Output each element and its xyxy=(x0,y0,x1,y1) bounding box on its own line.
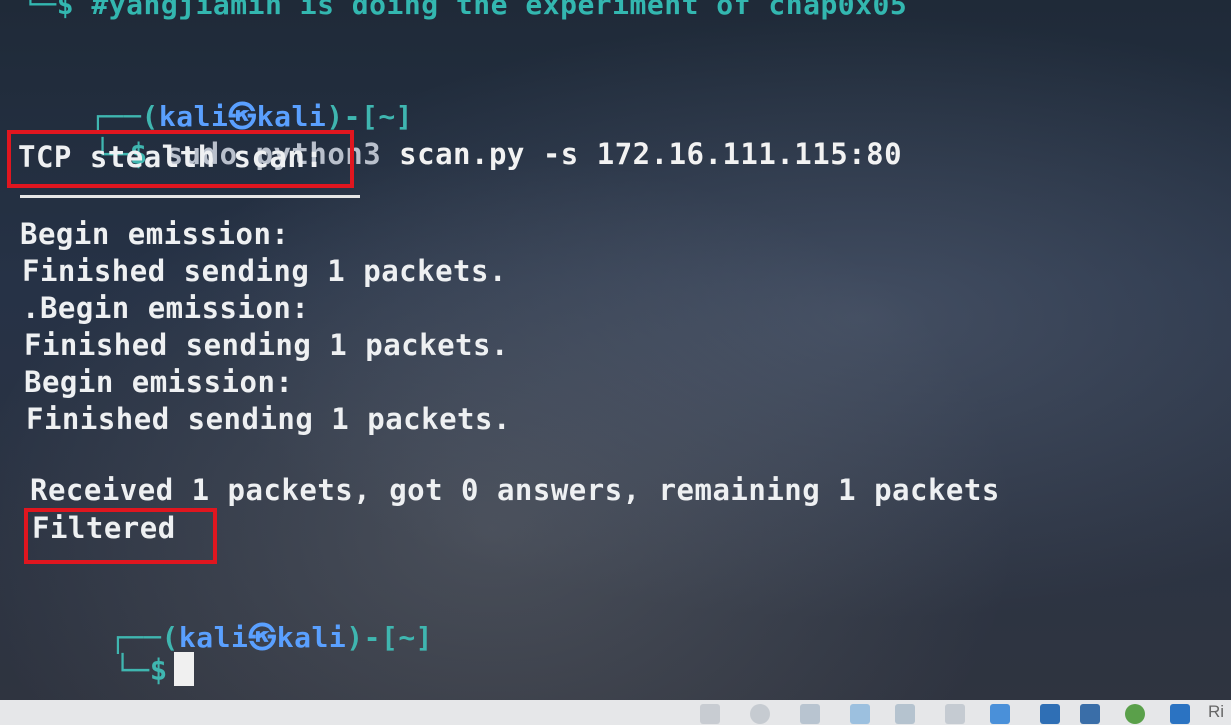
prompt-dir: )-[~] xyxy=(346,621,434,654)
usb-icon[interactable] xyxy=(895,704,915,724)
output-line: .Begin emission: xyxy=(22,291,310,325)
command-args: -s 172.16.111.115:80 xyxy=(524,137,903,171)
shared-folder-icon[interactable] xyxy=(945,704,965,724)
network-icon[interactable] xyxy=(850,704,870,724)
hdd-icon[interactable] xyxy=(700,704,720,724)
command-script: scan.py xyxy=(399,137,525,171)
output-line: Finished sending 1 packets. xyxy=(26,402,511,436)
keyboard-capture-icon[interactable] xyxy=(1170,704,1190,724)
optical-drive-icon[interactable] xyxy=(750,704,770,724)
audio-icon[interactable] xyxy=(800,704,820,724)
recording-icon[interactable] xyxy=(1040,704,1060,724)
divider-rule xyxy=(20,195,360,198)
host-key-label: Ri xyxy=(1208,702,1225,721)
scan-title-highlight-box xyxy=(7,130,354,188)
terminal-window[interactable]: └─$ #yangjiamin is doing the experiment … xyxy=(0,0,1231,705)
prompt-user-host: kali㉿kali xyxy=(178,621,347,654)
display-icon[interactable] xyxy=(990,704,1010,724)
text-cursor xyxy=(173,652,194,686)
scan-result-highlight-box xyxy=(24,508,217,564)
received-summary: Received 1 packets, got 0 answers, remai… xyxy=(30,473,1000,507)
comment-line: └─$ #yangjiamin is doing the experiment … xyxy=(22,0,908,21)
output-line: Finished sending 1 packets. xyxy=(22,254,507,288)
output-line: Begin emission: xyxy=(24,365,294,399)
output-line: Begin emission: xyxy=(20,217,290,251)
output-line: Finished sending 1 packets. xyxy=(24,328,509,362)
vm-icon[interactable] xyxy=(1080,704,1100,724)
mouse-integration-icon[interactable] xyxy=(1125,704,1145,724)
prompt-dollar: └─$ xyxy=(113,653,168,687)
